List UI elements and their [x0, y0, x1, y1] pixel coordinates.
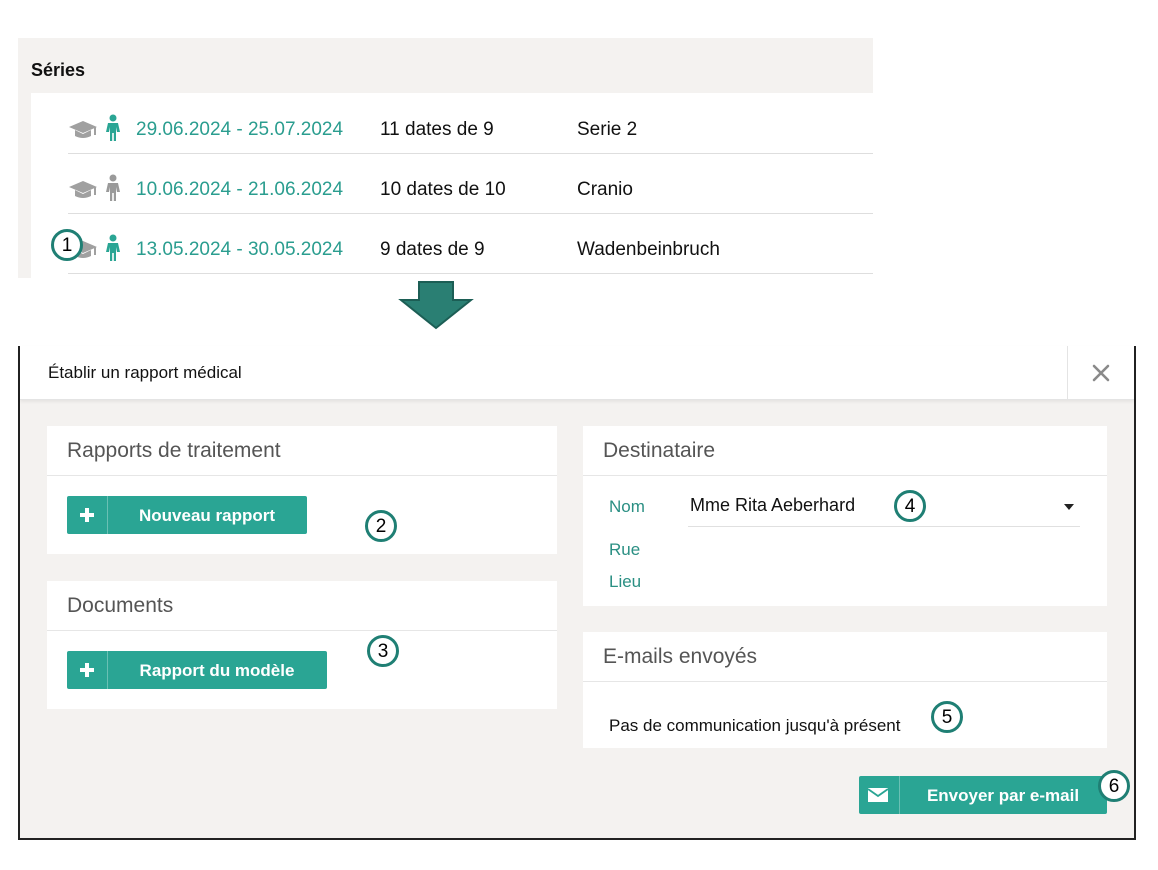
- series-row[interactable]: 29.06.2024 - 25.07.2024 11 dates de 9 Se…: [68, 93, 873, 154]
- plus-icon: [80, 508, 94, 522]
- caret-down-icon: [1064, 504, 1074, 510]
- callout-5: 5: [931, 701, 963, 733]
- series-list: 29.06.2024 - 25.07.2024 11 dates de 9 Se…: [31, 93, 873, 278]
- street-label: Rue: [609, 540, 641, 559]
- person-icon: [106, 114, 120, 141]
- dialog-title: Établir un rapport médical: [48, 363, 242, 382]
- treatment-reports-title: Rapports de traitement: [67, 439, 281, 462]
- graduation-cap-icon: [69, 121, 97, 138]
- template-report-label: Rapport du modèle: [139, 661, 295, 680]
- series-count: 10 dates de 10: [380, 179, 506, 200]
- plus-icon: [80, 663, 94, 677]
- down-arrow-icon: [398, 281, 474, 330]
- series-name: Wadenbeinbruch: [577, 239, 720, 260]
- graduation-cap-icon: [69, 181, 97, 198]
- series-title: Séries: [31, 60, 86, 80]
- documents-title: Documents: [67, 594, 174, 617]
- send-email-label: Envoyer par e-mail: [926, 786, 1080, 805]
- recipient-card: Destinataire Nom Mme Rita Aeberhard Rue …: [583, 426, 1107, 606]
- series-count: 9 dates de 9: [380, 239, 485, 260]
- person-icon: [106, 174, 120, 201]
- documents-card: Documents Rapport du modèle: [47, 581, 557, 709]
- series-row[interactable]: 10.06.2024 - 21.06.2024 10 dates de 10 C…: [68, 153, 873, 214]
- series-name: Serie 2: [577, 119, 638, 140]
- person-icon: [106, 234, 120, 261]
- callout-2: 2: [365, 510, 397, 542]
- name-label: Nom: [609, 497, 645, 516]
- recipient-name-select[interactable]: Mme Rita Aeberhard: [688, 492, 1080, 527]
- new-report-label: Nouveau rapport: [138, 506, 276, 525]
- recipient-title: Destinataire: [603, 439, 716, 462]
- series-panel: Séries 29.06.2024 - 25.07.2024 11 dates …: [18, 38, 873, 278]
- series-dates[interactable]: 13.05.2024 - 30.05.2024: [136, 239, 343, 261]
- place-label: Lieu: [609, 572, 642, 591]
- series-row[interactable]: 13.05.2024 - 30.05.2024 9 dates de 9 Wad…: [68, 213, 873, 274]
- callout-3: 3: [367, 635, 399, 667]
- series-dates[interactable]: 10.06.2024 - 21.06.2024: [136, 179, 343, 201]
- template-report-button[interactable]: Rapport du modèle: [67, 651, 327, 689]
- callout-4: 4: [894, 490, 926, 522]
- envelope-icon: [868, 788, 888, 802]
- no-communication-text: Pas de communication jusqu'à présent: [609, 716, 901, 735]
- callout-1: 1: [51, 229, 83, 261]
- close-button[interactable]: [1067, 346, 1134, 399]
- sent-emails-card: E-mails envoyés Pas de communication jus…: [583, 632, 1107, 748]
- recipient-name-value: Mme Rita Aeberhard: [690, 495, 856, 515]
- treatment-reports-card: Rapports de traitement Nouveau rapport: [47, 426, 557, 554]
- close-icon: [1092, 364, 1110, 382]
- medical-report-dialog: Établir un rapport médical Rapports de t…: [18, 346, 1136, 840]
- series-count: 11 dates de 9: [380, 119, 494, 140]
- sent-emails-title: E-mails envoyés: [603, 645, 758, 668]
- new-report-button[interactable]: Nouveau rapport: [67, 496, 307, 534]
- series-name: Cranio: [577, 179, 633, 200]
- callout-6: 6: [1098, 770, 1130, 802]
- series-dates[interactable]: 29.06.2024 - 25.07.2024: [136, 119, 343, 141]
- send-email-button[interactable]: Envoyer par e-mail: [859, 776, 1107, 814]
- dialog-header: Établir un rapport médical: [20, 346, 1134, 400]
